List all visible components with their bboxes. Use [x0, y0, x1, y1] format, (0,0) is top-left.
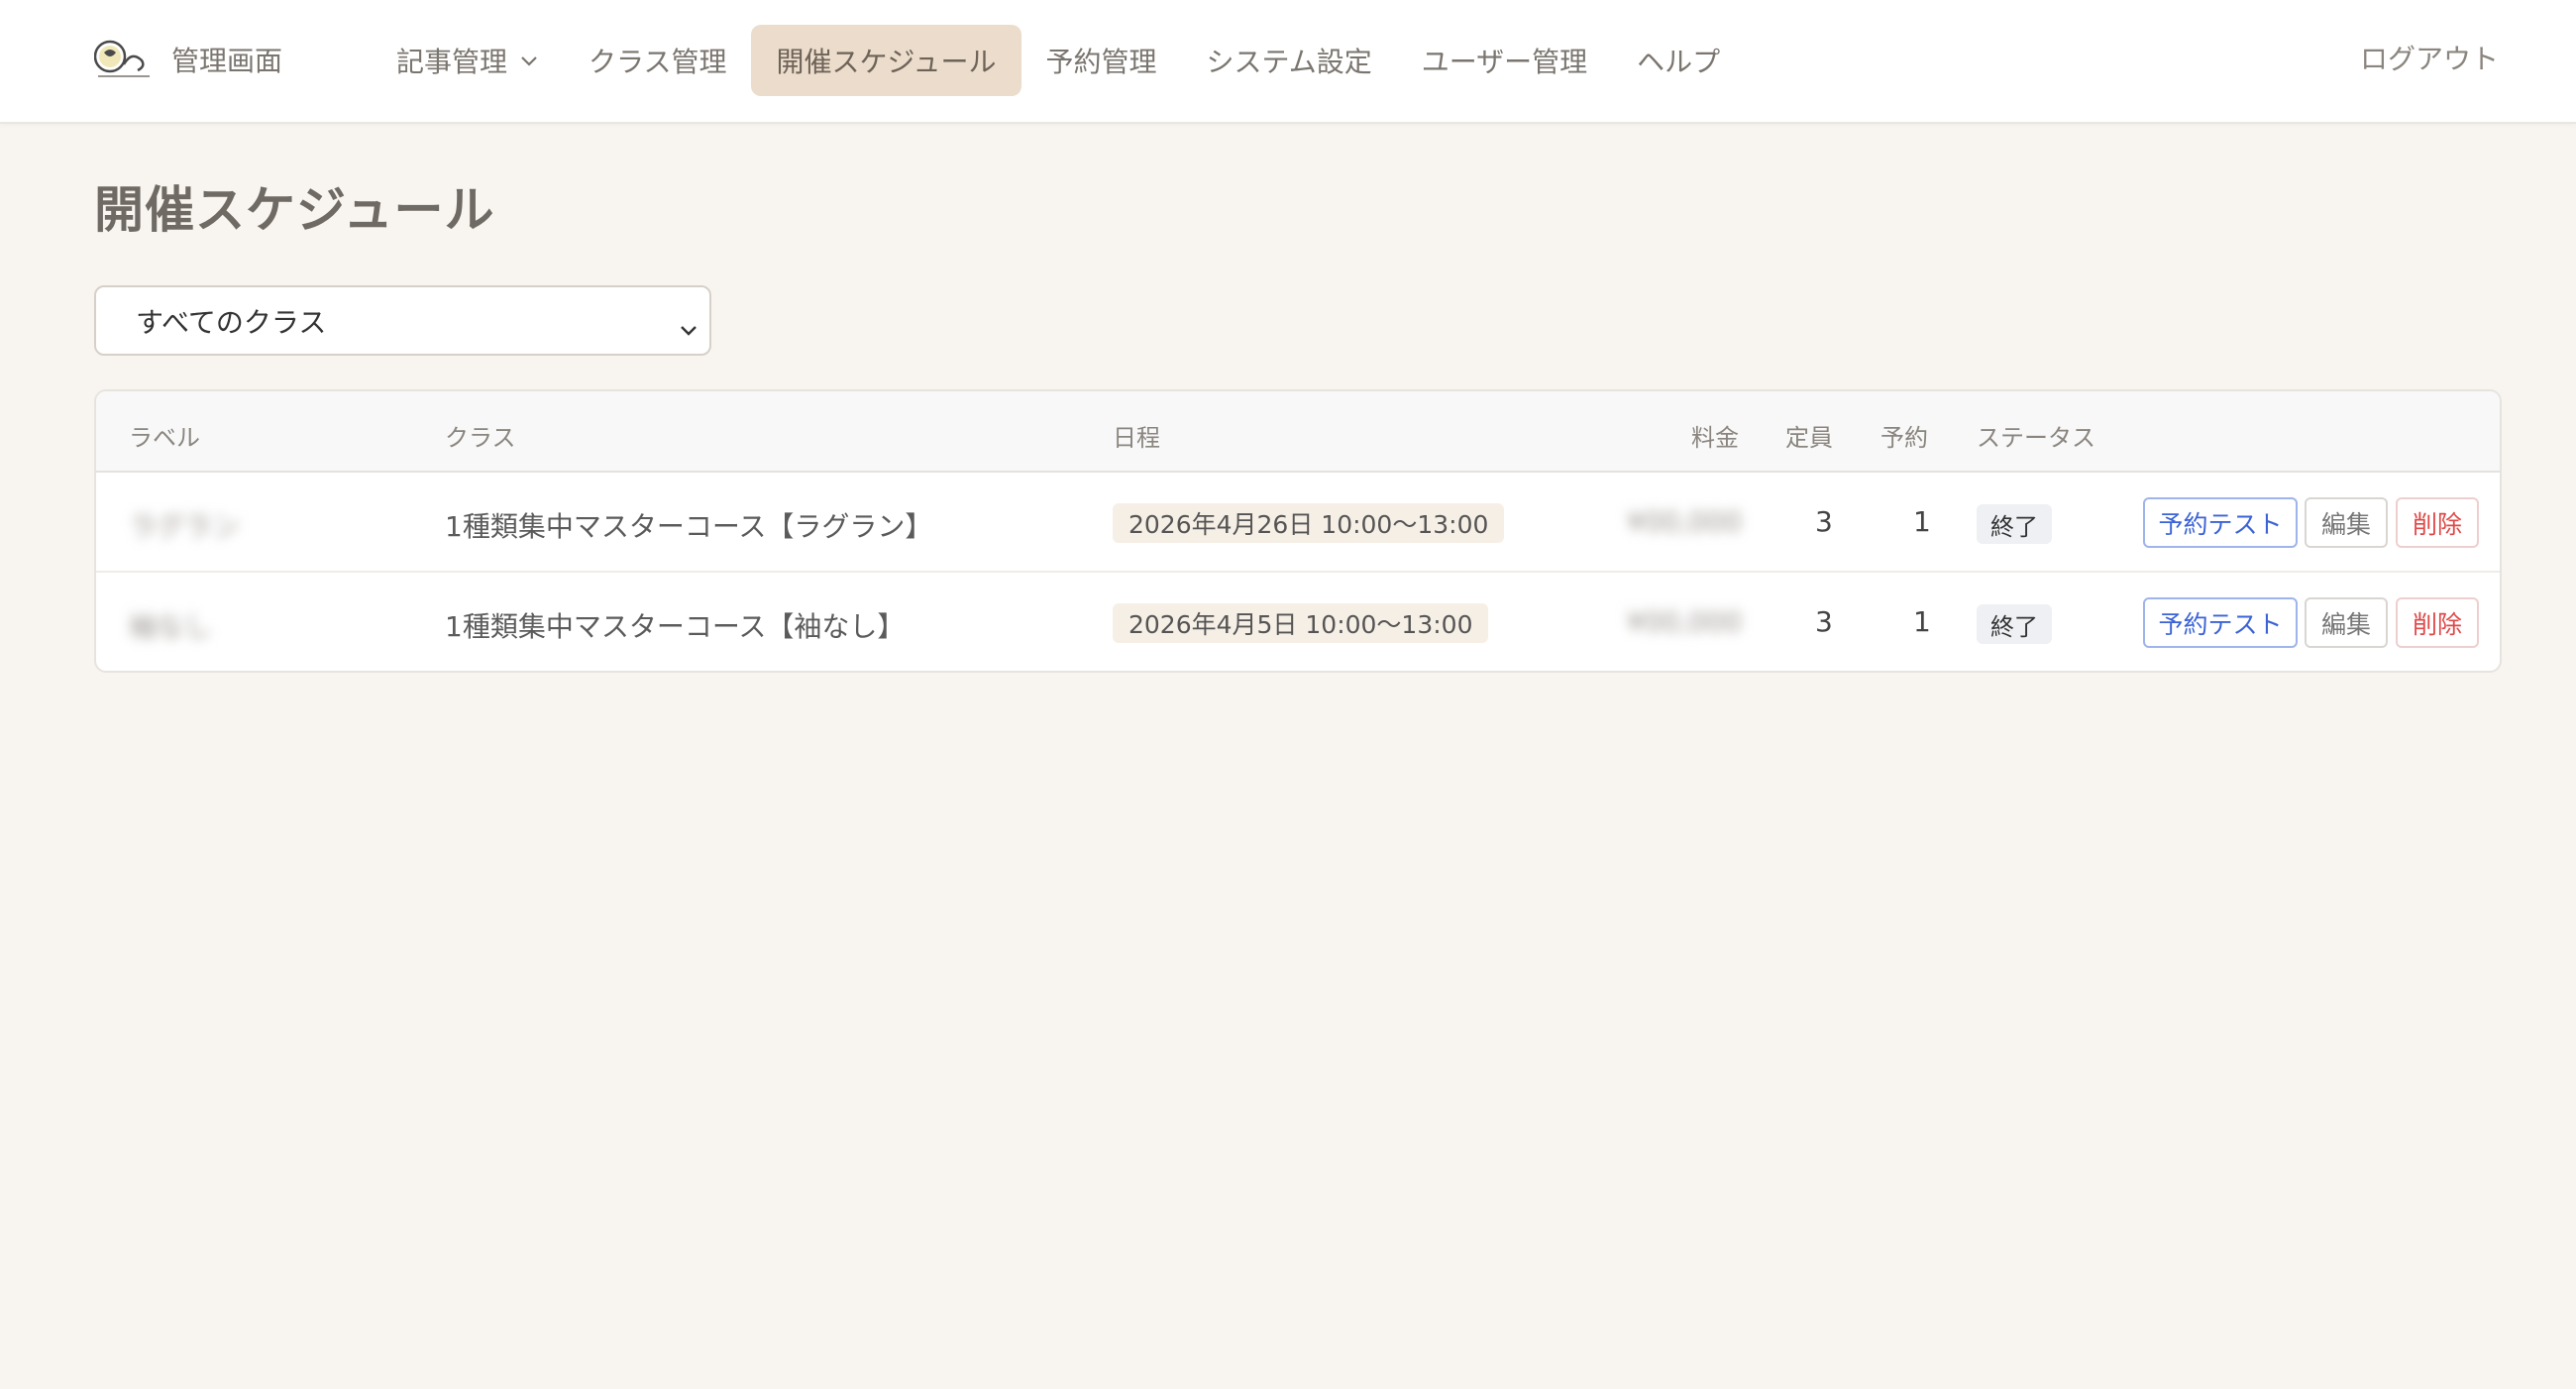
row-date: 2026年4月5日 10:00〜13:00 [1113, 603, 1489, 643]
class-filter-value: すべてのクラス [136, 305, 327, 339]
nav-item-label: ユーザー管理 [1421, 46, 1588, 78]
brand-label: 管理画面 [171, 45, 283, 77]
column-header-reserved: 予約 [1880, 424, 1928, 452]
row-capacity: 3 [1815, 505, 1833, 538]
nav-item-schedule[interactable]: 開催スケジュール [751, 25, 1021, 96]
row-class: 1種類集中マスターコース【ラグラン】 [445, 510, 933, 543]
delete-button[interactable]: 削除 [2396, 597, 2479, 648]
delete-button[interactable]: 削除 [2396, 497, 2479, 548]
column-header-status: ステータス [1977, 424, 2095, 452]
nav-item-label: 開催スケジュール [776, 46, 997, 78]
column-header-date: 日程 [1113, 424, 1160, 452]
row-date: 2026年4月26日 10:00〜13:00 [1113, 503, 1505, 543]
column-header-capacity: 定員 [1785, 424, 1833, 452]
nav-item-help[interactable]: ヘルプ [1612, 25, 1745, 96]
top-navbar: 管理画面 記事管理 クラス管理 開催スケジュール 予約管理 システム設定 ユーザ… [0, 0, 2576, 124]
edit-button[interactable]: 編集 [2305, 497, 2388, 548]
column-header-price: 料金 [1691, 424, 1739, 452]
row-class: 1種類集中マスターコース【袖なし】 [445, 610, 906, 643]
chevron-down-icon [678, 313, 699, 346]
page-title: 開催スケジュール [94, 181, 495, 239]
logo-icon [93, 35, 154, 84]
row-price: ¥00,000 [1627, 605, 1742, 638]
edit-button[interactable]: 編集 [2305, 597, 2388, 648]
status-badge: 終了 [1977, 604, 2052, 644]
brand[interactable]: 管理画面 [93, 35, 283, 84]
column-header-label: ラベル [129, 424, 200, 452]
class-filter-select[interactable]: すべてのクラス [94, 285, 711, 356]
status-badge: 終了 [1977, 504, 2052, 544]
nav-item-label: システム設定 [1206, 46, 1372, 78]
row-label: ラグラン [129, 510, 241, 543]
table-header: ラベル クラス 日程 料金 定員 予約 ステータス [96, 391, 2500, 473]
reservation-test-button[interactable]: 予約テスト [2143, 597, 2298, 648]
table-row: 袖なし 1種類集中マスターコース【袖なし】 2026年4月5日 10:00〜13… [96, 573, 2500, 671]
chevron-down-icon [519, 53, 539, 67]
nav-item-label: ヘルプ [1637, 46, 1721, 78]
nav-item-label: 予約管理 [1045, 46, 1157, 78]
logout-link[interactable]: ログアウト [2360, 38, 2499, 77]
nav-item-classes[interactable]: クラス管理 [564, 25, 751, 96]
nav-item-articles[interactable]: 記事管理 [372, 25, 564, 96]
nav-item-label: クラス管理 [589, 46, 727, 78]
row-reserved: 1 [1913, 505, 1931, 538]
nav-item-label: 記事管理 [396, 46, 508, 78]
row-reserved: 1 [1913, 605, 1931, 638]
row-price: ¥00,000 [1627, 505, 1742, 538]
row-capacity: 3 [1815, 605, 1833, 638]
table-row: ラグラン 1種類集中マスターコース【ラグラン】 2026年4月26日 10:00… [96, 473, 2500, 573]
nav-item-system-settings[interactable]: システム設定 [1182, 25, 1397, 96]
nav-item-reservations[interactable]: 予約管理 [1021, 25, 1182, 96]
main-nav: 記事管理 クラス管理 開催スケジュール 予約管理 システム設定 ユーザー管理 ヘ… [372, 25, 1745, 96]
row-label: 袖なし [129, 610, 213, 643]
reservation-test-button[interactable]: 予約テスト [2143, 497, 2298, 548]
schedule-table: ラベル クラス 日程 料金 定員 予約 ステータス ラグラン 1種類集中マスター… [94, 389, 2502, 673]
column-header-class: クラス [445, 424, 516, 452]
nav-item-users[interactable]: ユーザー管理 [1397, 25, 1612, 96]
